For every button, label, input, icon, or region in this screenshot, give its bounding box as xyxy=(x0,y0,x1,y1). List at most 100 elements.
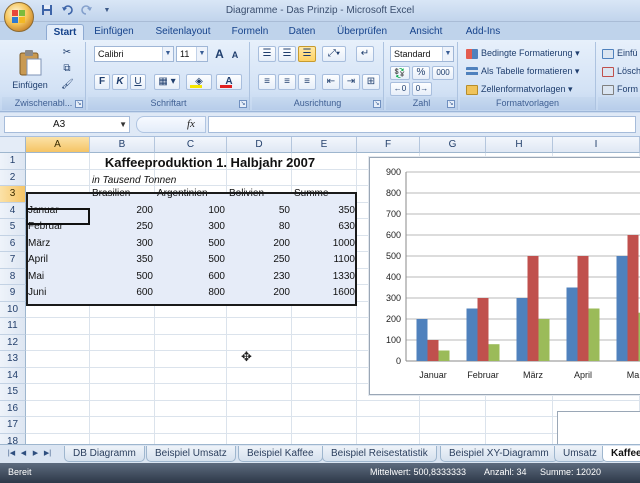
value-cell[interactable]: 1600 xyxy=(292,285,357,301)
column-header-f[interactable]: F xyxy=(357,137,420,153)
decrease-indent-button[interactable]: ⇤ xyxy=(322,74,340,90)
month-cell[interactable]: Mai xyxy=(26,269,90,285)
row-header-17[interactable]: 17 xyxy=(0,417,26,434)
row-header-7[interactable]: 7 xyxy=(0,252,26,269)
align-middle-button[interactable]: ☰ xyxy=(278,46,296,62)
sheet-tab-kaffee[interactable]: Kaffee xyxy=(602,446,640,462)
italic-button[interactable]: K xyxy=(112,74,128,90)
row-header-11[interactable]: 11 xyxy=(0,318,26,335)
name-box[interactable]: A3 ▼ xyxy=(4,116,130,133)
row-header-9[interactable]: 9 xyxy=(0,285,26,302)
office-button[interactable] xyxy=(4,2,34,32)
column-header-g[interactable]: G xyxy=(420,137,486,153)
second-chart-partial[interactable] xyxy=(557,411,640,444)
value-cell[interactable]: 800 xyxy=(155,285,227,301)
row-header-4[interactable]: 4 xyxy=(0,202,26,219)
font-size-select[interactable]: 11 ▼ xyxy=(176,46,208,62)
value-cell[interactable]: 200 xyxy=(227,285,292,301)
row-header-15[interactable]: 15 xyxy=(0,384,26,401)
next-sheet-icon[interactable]: ▶ xyxy=(30,448,41,460)
value-cell[interactable]: 300 xyxy=(90,236,155,252)
last-sheet-icon[interactable]: ▶| xyxy=(42,448,53,460)
tab-add-ins[interactable]: Add-Ins xyxy=(460,24,506,40)
bold-button[interactable]: F xyxy=(94,74,110,90)
tab-daten[interactable]: Daten xyxy=(284,24,320,40)
tab-formeln[interactable]: Formeln xyxy=(228,24,272,40)
month-cell[interactable]: Juni xyxy=(26,285,90,301)
align-center-button[interactable]: ≡ xyxy=(278,74,296,90)
tab-ueberpruefen[interactable]: Überprüfen xyxy=(332,24,392,40)
format-painter-icon[interactable]: 🖌 xyxy=(60,78,74,92)
sheet-tab-beispiel-umsatz[interactable]: Beispiel Umsatz xyxy=(146,446,236,462)
sheet-tab-umsatz[interactable]: Umsatz xyxy=(554,446,606,462)
select-all-corner[interactable] xyxy=(0,137,26,153)
row-header-18[interactable]: 18 xyxy=(0,433,26,444)
insert-function-button[interactable]: fx xyxy=(187,118,195,130)
table-header-cell[interactable]: Summe xyxy=(292,186,357,202)
number-dialog-launcher[interactable]: ↘ xyxy=(447,100,455,108)
value-cell[interactable]: 630 xyxy=(292,219,357,235)
alignment-dialog-launcher[interactable]: ↘ xyxy=(373,100,381,108)
value-cell[interactable]: 250 xyxy=(90,219,155,235)
sheet-tab-beispiel-reisestatistik[interactable]: Beispiel Reisestatistik xyxy=(322,446,437,462)
worksheet-grid[interactable]: A B C D E F G H I 1 2 3 4 5 6 7 8 9 10 11 12 13 14 15 16 17 18 Kaff… xyxy=(0,137,640,444)
value-cell[interactable]: 100 xyxy=(155,203,227,219)
align-right-button[interactable]: ≡ xyxy=(298,74,316,90)
formula-input[interactable] xyxy=(208,116,636,133)
value-cell[interactable]: 1100 xyxy=(292,252,357,268)
conditional-formatting-button[interactable]: Bedingte Formatierung ▾ xyxy=(466,48,580,59)
value-cell[interactable]: 1330 xyxy=(292,269,357,285)
tab-seitenlayout[interactable]: Seitenlayout xyxy=(150,24,216,40)
value-cell[interactable]: 350 xyxy=(90,252,155,268)
value-cell[interactable]: 600 xyxy=(155,269,227,285)
value-cell[interactable]: 200 xyxy=(90,203,155,219)
month-cell[interactable]: April xyxy=(26,252,90,268)
delete-cells-button[interactable]: Lösch xyxy=(602,66,640,77)
align-top-button[interactable]: ☰ xyxy=(258,46,276,62)
column-header-b[interactable]: B xyxy=(90,137,155,153)
fill-color-button[interactable]: ◈ xyxy=(186,74,212,90)
row-header-2[interactable]: 2 xyxy=(0,169,26,186)
paste-button[interactable]: Einfügen xyxy=(8,46,52,94)
underline-button[interactable]: U xyxy=(130,74,146,90)
table-header-cell[interactable]: Bolivien xyxy=(227,186,292,202)
value-cell[interactable]: 230 xyxy=(227,269,292,285)
column-header-e[interactable]: E xyxy=(292,137,357,153)
tab-ansicht[interactable]: Ansicht xyxy=(404,24,448,40)
insert-cells-button[interactable]: Einfü xyxy=(602,48,638,59)
font-dialog-launcher[interactable]: ↘ xyxy=(239,100,247,108)
column-header-d[interactable]: D xyxy=(227,137,292,153)
wrap-text-button[interactable]: ↵ xyxy=(356,46,374,62)
row-header-10[interactable]: 10 xyxy=(0,301,26,318)
increase-decimal-button[interactable]: ←0 xyxy=(390,82,410,96)
value-cell[interactable]: 600 xyxy=(90,285,155,301)
format-cells-button[interactable]: Form xyxy=(602,84,638,95)
row-header-6[interactable]: 6 xyxy=(0,235,26,252)
orientation-button[interactable]: ⤢▾ xyxy=(322,46,346,62)
row-header-14[interactable]: 14 xyxy=(0,367,26,384)
clipboard-dialog-launcher[interactable]: ↘ xyxy=(75,100,83,108)
month-cell[interactable]: März xyxy=(26,236,90,252)
percent-button[interactable]: % xyxy=(412,66,430,80)
first-sheet-icon[interactable]: |◀ xyxy=(6,448,17,460)
table-header-cell[interactable]: Brasilien xyxy=(90,186,155,202)
increase-indent-button[interactable]: ⇥ xyxy=(342,74,360,90)
sheet-tab-beispiel-xy-diagramm[interactable]: Beispiel XY-Diagramm xyxy=(440,446,558,462)
value-cell[interactable]: 80 xyxy=(227,219,292,235)
tab-start[interactable]: Start xyxy=(46,24,84,40)
cell-styles-button[interactable]: Zellenformatvorlagen ▾ xyxy=(466,84,573,95)
value-cell[interactable]: 500 xyxy=(155,236,227,252)
font-color-button[interactable]: A xyxy=(216,74,242,90)
row-header-1[interactable]: 1 xyxy=(0,153,26,170)
value-cell[interactable]: 200 xyxy=(227,236,292,252)
value-cell[interactable]: 500 xyxy=(90,269,155,285)
row-header-12[interactable]: 12 xyxy=(0,334,26,351)
value-cell[interactable]: 250 xyxy=(227,252,292,268)
value-cell[interactable]: 350 xyxy=(292,203,357,219)
value-cell[interactable]: 1000 xyxy=(292,236,357,252)
thousands-button[interactable]: 000 xyxy=(432,66,454,80)
embedded-chart[interactable]: 0 100 200 300 400 500 600 700 800 900 Januar Februa… xyxy=(369,157,640,395)
column-header-c[interactable]: C xyxy=(155,137,227,153)
row-header-13[interactable]: 13 xyxy=(0,351,26,368)
shrink-font-button[interactable]: A xyxy=(228,48,242,62)
